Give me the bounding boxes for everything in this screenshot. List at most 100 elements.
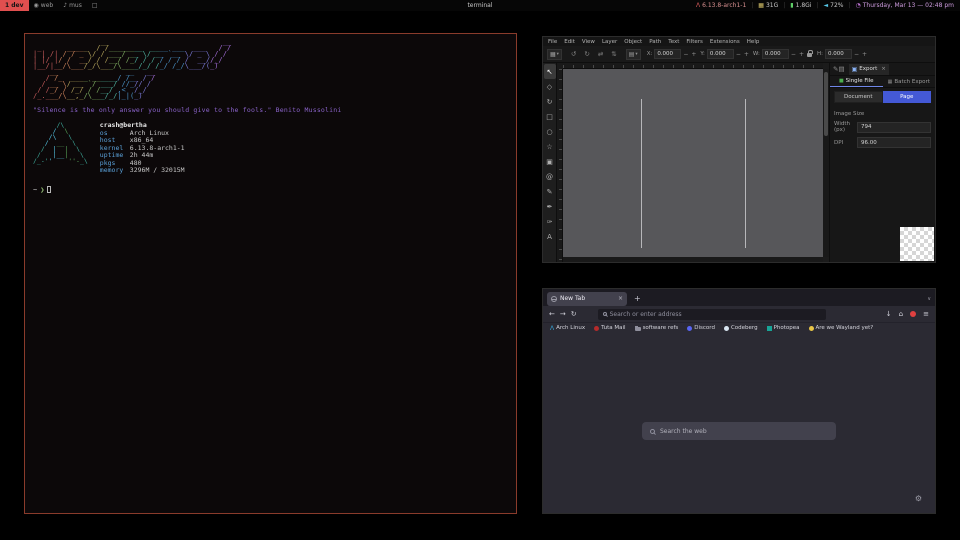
menu-filters[interactable]: Filters bbox=[686, 39, 703, 45]
shell-prompt[interactable]: ~ ❯ bbox=[33, 186, 508, 194]
bookmark-software-refs[interactable]: software refs bbox=[635, 325, 679, 331]
menu-object[interactable]: Object bbox=[624, 39, 642, 45]
rectangle-tool[interactable]: □ bbox=[544, 109, 556, 124]
inkscape-canvas[interactable] bbox=[563, 69, 823, 257]
separator: | bbox=[751, 2, 753, 9]
photopea-bookmark-icon bbox=[767, 326, 772, 331]
decrement-button[interactable]: − bbox=[682, 51, 689, 58]
document-button[interactable]: Document bbox=[834, 91, 883, 103]
text-tool[interactable]: A bbox=[544, 229, 556, 244]
box-3d-tool[interactable]: ▣ bbox=[544, 154, 556, 169]
horizontal-scrollbar[interactable] bbox=[563, 257, 823, 262]
url-bar[interactable]: Search or enter address bbox=[598, 309, 826, 320]
menu-text[interactable]: Text bbox=[668, 39, 679, 45]
gear-icon[interactable]: ⚙ bbox=[915, 494, 922, 503]
tab-single-file[interactable]: ■Single File bbox=[830, 76, 883, 87]
reload-icon[interactable]: ↻ bbox=[571, 310, 577, 318]
inkscape-window[interactable]: File Edit View Layer Object Path Text Filters Ex… bbox=[542, 36, 936, 263]
menu-view[interactable]: View bbox=[582, 39, 595, 45]
new-tab-button[interactable]: + bbox=[634, 294, 641, 303]
discord-bookmark-icon bbox=[687, 326, 692, 331]
layers-dock-icon[interactable]: ▤ bbox=[838, 65, 844, 73]
bookmark-discord[interactable]: Discord bbox=[687, 325, 715, 331]
rotate-ccw-icon[interactable]: ↺ bbox=[571, 50, 576, 58]
calligraphy-tool[interactable]: ✑ bbox=[544, 214, 556, 229]
home-icon[interactable]: ⌂ bbox=[899, 310, 903, 318]
field-x-value[interactable]: 0.000 bbox=[654, 49, 681, 59]
back-icon[interactable]: ← bbox=[549, 310, 555, 318]
menu-edit[interactable]: Edit bbox=[564, 39, 575, 45]
close-icon[interactable]: × bbox=[881, 66, 886, 72]
disk-status-text: 31G bbox=[766, 2, 778, 9]
spiral-tool[interactable]: @ bbox=[544, 169, 556, 184]
desktop: 1 dev◉web♪mus□ terminal Λ6.13.8-arch1-1|… bbox=[0, 0, 960, 540]
tab-batch-export[interactable]: ▦Batch Export bbox=[883, 76, 936, 87]
decrement-button[interactable]: − bbox=[790, 51, 797, 58]
forward-icon[interactable]: → bbox=[560, 310, 566, 318]
terminal-window[interactable]: __ __ _ _____ / /________ ____ ___ ___ /… bbox=[24, 33, 517, 514]
kernel-status-text: 6.13.8-arch1-1 bbox=[702, 2, 746, 9]
download-icon[interactable]: ↓ bbox=[886, 310, 892, 318]
prompt-chevron-icon: ❯ bbox=[40, 186, 44, 194]
menu-help[interactable]: Help bbox=[747, 39, 760, 45]
selection-mode-dropdown[interactable]: ▦ ▾ bbox=[547, 49, 562, 60]
menu-path[interactable]: Path bbox=[649, 39, 661, 45]
ellipse-tool[interactable]: ○ bbox=[544, 124, 556, 139]
menu-file[interactable]: File bbox=[548, 39, 557, 45]
active-tab[interactable]: New Tab × bbox=[547, 292, 627, 306]
close-tab-icon[interactable]: × bbox=[618, 295, 623, 302]
ram-icon: ▮ bbox=[790, 2, 793, 9]
workspace-scratch[interactable]: □ bbox=[87, 0, 103, 11]
workspace-dev[interactable]: 1 dev bbox=[0, 0, 29, 11]
shape-builder-tool[interactable]: ↻ bbox=[544, 94, 556, 109]
pencil-tool[interactable]: ✎ bbox=[544, 184, 556, 199]
increment-button[interactable]: + bbox=[798, 51, 805, 58]
export-dialog-tab[interactable]: ▣ Export × bbox=[849, 64, 889, 75]
image-size-label: Image Size bbox=[830, 106, 935, 119]
bookmark-are-we-wayland-yet-[interactable]: Are we Wayland yet? bbox=[809, 325, 874, 331]
scrollbar-thumb[interactable] bbox=[824, 72, 828, 136]
bookmark-photopea[interactable]: Photopea bbox=[767, 325, 800, 331]
lock-ratio-icon[interactable] bbox=[807, 53, 812, 57]
bookmark-label: software refs bbox=[643, 325, 679, 331]
export-scope-buttons: DocumentPage bbox=[830, 88, 935, 106]
menu-layer[interactable]: Layer bbox=[602, 39, 617, 45]
web-search-box[interactable]: Search the web bbox=[642, 422, 836, 440]
page-button[interactable]: Page bbox=[883, 91, 932, 103]
width-input[interactable] bbox=[857, 122, 931, 133]
workspace-web[interactable]: ◉web bbox=[29, 0, 59, 11]
fortune-quote: "Silence is the only answer you should g… bbox=[33, 106, 508, 114]
field-h-value[interactable]: 0.000 bbox=[825, 49, 852, 59]
list-all-tabs-icon[interactable]: ∨ bbox=[927, 296, 931, 302]
bookmark-tuta-mail[interactable]: Tuta Mail bbox=[594, 325, 625, 331]
units-dropdown[interactable]: ▤ ▾ bbox=[626, 49, 641, 60]
inkscape-tool-controls: ▦ ▾ ↺↻⇄⇅ ▤ ▾ X:0.000−+Y:0.000−+W:0.000−+… bbox=[543, 46, 935, 63]
folder-icon bbox=[635, 327, 641, 331]
menu-icon[interactable]: ≡ bbox=[923, 310, 929, 318]
field-y-value[interactable]: 0.000 bbox=[707, 49, 734, 59]
flip-vertical-icon[interactable]: ⇅ bbox=[611, 50, 616, 58]
node-tool[interactable]: ◇ bbox=[544, 79, 556, 94]
browser-window[interactable]: New Tab × + ∨ ← → ↻ Search or enter addr… bbox=[542, 288, 936, 514]
decrement-button[interactable]: − bbox=[735, 51, 742, 58]
bookmark-arch-linux[interactable]: ΛArch Linux bbox=[550, 325, 585, 331]
star-tool[interactable]: ☆ bbox=[544, 139, 556, 154]
clock-status: ◔Thursday, Mar 13 — 02:48 pm bbox=[856, 2, 955, 9]
bookmark-label: Photopea bbox=[774, 325, 800, 331]
pen-tool[interactable]: ✒ bbox=[544, 199, 556, 214]
workspace-mus[interactable]: ♪mus bbox=[58, 0, 87, 11]
increment-button[interactable]: + bbox=[861, 51, 868, 58]
dpi-input[interactable] bbox=[857, 137, 931, 148]
bookmark-codeberg[interactable]: Codeberg bbox=[724, 325, 758, 331]
increment-button[interactable]: + bbox=[690, 51, 697, 58]
flip-horizontal-icon[interactable]: ⇄ bbox=[598, 50, 603, 58]
selector-tool[interactable]: ↖ bbox=[544, 64, 556, 79]
clock-status-text: Thursday, Mar 13 — 02:48 pm bbox=[863, 2, 954, 9]
field-w-value[interactable]: 0.000 bbox=[762, 49, 789, 59]
increment-button[interactable]: + bbox=[743, 51, 750, 58]
rotate-cw-icon[interactable]: ↻ bbox=[584, 50, 589, 58]
decrement-button[interactable]: − bbox=[853, 51, 860, 58]
arch-icon: Λ bbox=[696, 2, 700, 9]
menu-extensions[interactable]: Extensions bbox=[710, 39, 740, 45]
adblock-icon[interactable] bbox=[910, 311, 916, 317]
